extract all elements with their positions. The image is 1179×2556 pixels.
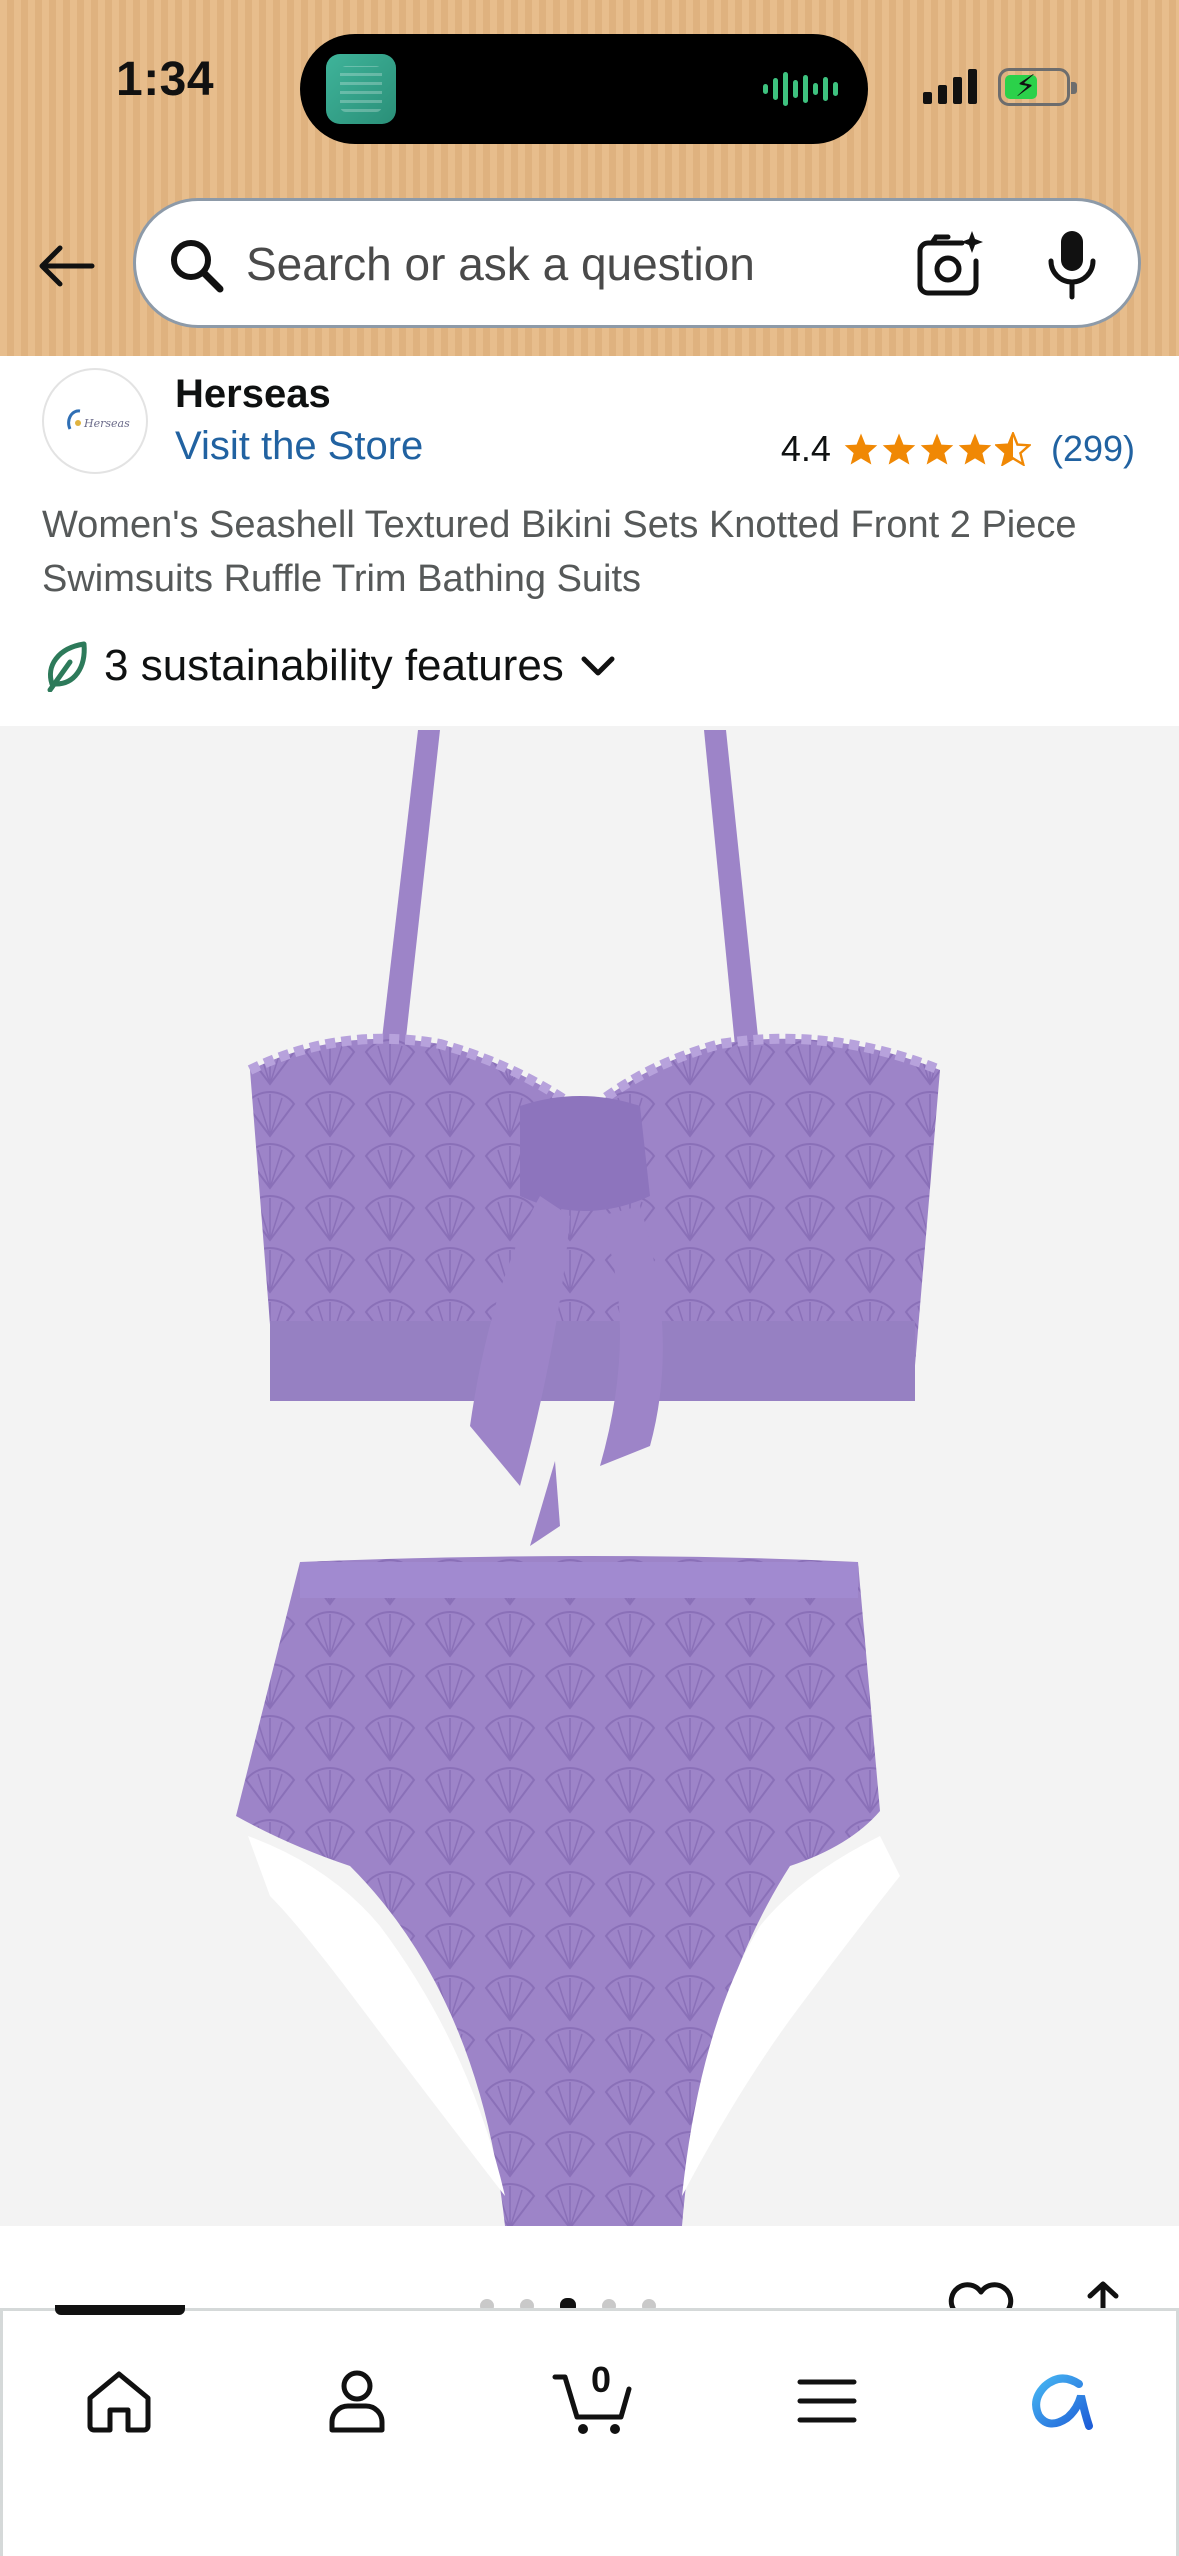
nav-rufus[interactable] bbox=[1013, 2351, 1113, 2451]
status-time: 1:34 bbox=[116, 53, 215, 106]
star-icon bbox=[958, 433, 992, 465]
nav-menu[interactable] bbox=[777, 2351, 877, 2451]
sustainability-label: 3 sustainability features bbox=[104, 641, 564, 690]
star-half-icon bbox=[994, 432, 1031, 466]
store-logo-mark: Herseas bbox=[67, 409, 130, 430]
now-playing-thumbnail bbox=[326, 54, 396, 124]
nav-active-indicator bbox=[55, 2305, 185, 2315]
bikini-illustration bbox=[236, 730, 942, 2226]
menu-icon bbox=[797, 2379, 857, 2423]
star-icon bbox=[920, 433, 954, 465]
nav-home[interactable] bbox=[69, 2351, 169, 2451]
bottom-nav-bar: 0 bbox=[0, 2305, 1179, 2556]
audio-wave-icon bbox=[763, 70, 838, 108]
arrow-left-icon bbox=[39, 245, 95, 287]
star-icon bbox=[882, 433, 916, 465]
person-icon bbox=[329, 2370, 385, 2433]
rufus-icon bbox=[1032, 2374, 1093, 2430]
back-button[interactable] bbox=[30, 226, 102, 306]
chevron-down-icon bbox=[581, 656, 615, 676]
sustainability-features-toggle[interactable]: 3 sustainability features bbox=[44, 640, 618, 692]
search-input[interactable] bbox=[246, 227, 886, 301]
product-title: Women's Seashell Textured Bikini Sets Kn… bbox=[42, 504, 1077, 600]
dynamic-island bbox=[300, 34, 868, 144]
rating-value: 4.4 bbox=[780, 428, 831, 469]
store-name: Herseas bbox=[175, 372, 331, 416]
microphone-icon[interactable] bbox=[1042, 227, 1102, 303]
product-image[interactable] bbox=[0, 726, 1179, 2226]
app-header: 1:34 ⚡ bbox=[0, 0, 1179, 356]
battery-icon: ⚡ bbox=[998, 68, 1077, 106]
nav-cart[interactable]: 0 bbox=[543, 2351, 643, 2451]
home-icon bbox=[87, 2371, 151, 2433]
rating-summary[interactable]: 4.4 (299) bbox=[781, 428, 1135, 470]
star-icon bbox=[844, 433, 878, 465]
cellular-signal-icon bbox=[923, 66, 977, 104]
star-rating bbox=[843, 432, 1031, 466]
nav-account[interactable] bbox=[307, 2351, 407, 2451]
search-icon bbox=[171, 240, 224, 293]
store-logo-text: Herseas bbox=[83, 417, 130, 430]
cart-count-badge: 0 bbox=[591, 2359, 612, 2400]
leaf-icon bbox=[47, 641, 87, 692]
visit-store-link[interactable]: Visit the Store bbox=[175, 424, 423, 469]
camera-lens-icon[interactable] bbox=[914, 229, 986, 301]
rating-count[interactable]: (299) bbox=[1051, 428, 1135, 470]
store-logo[interactable]: Herseas bbox=[42, 368, 148, 474]
search-bar[interactable] bbox=[133, 198, 1141, 328]
